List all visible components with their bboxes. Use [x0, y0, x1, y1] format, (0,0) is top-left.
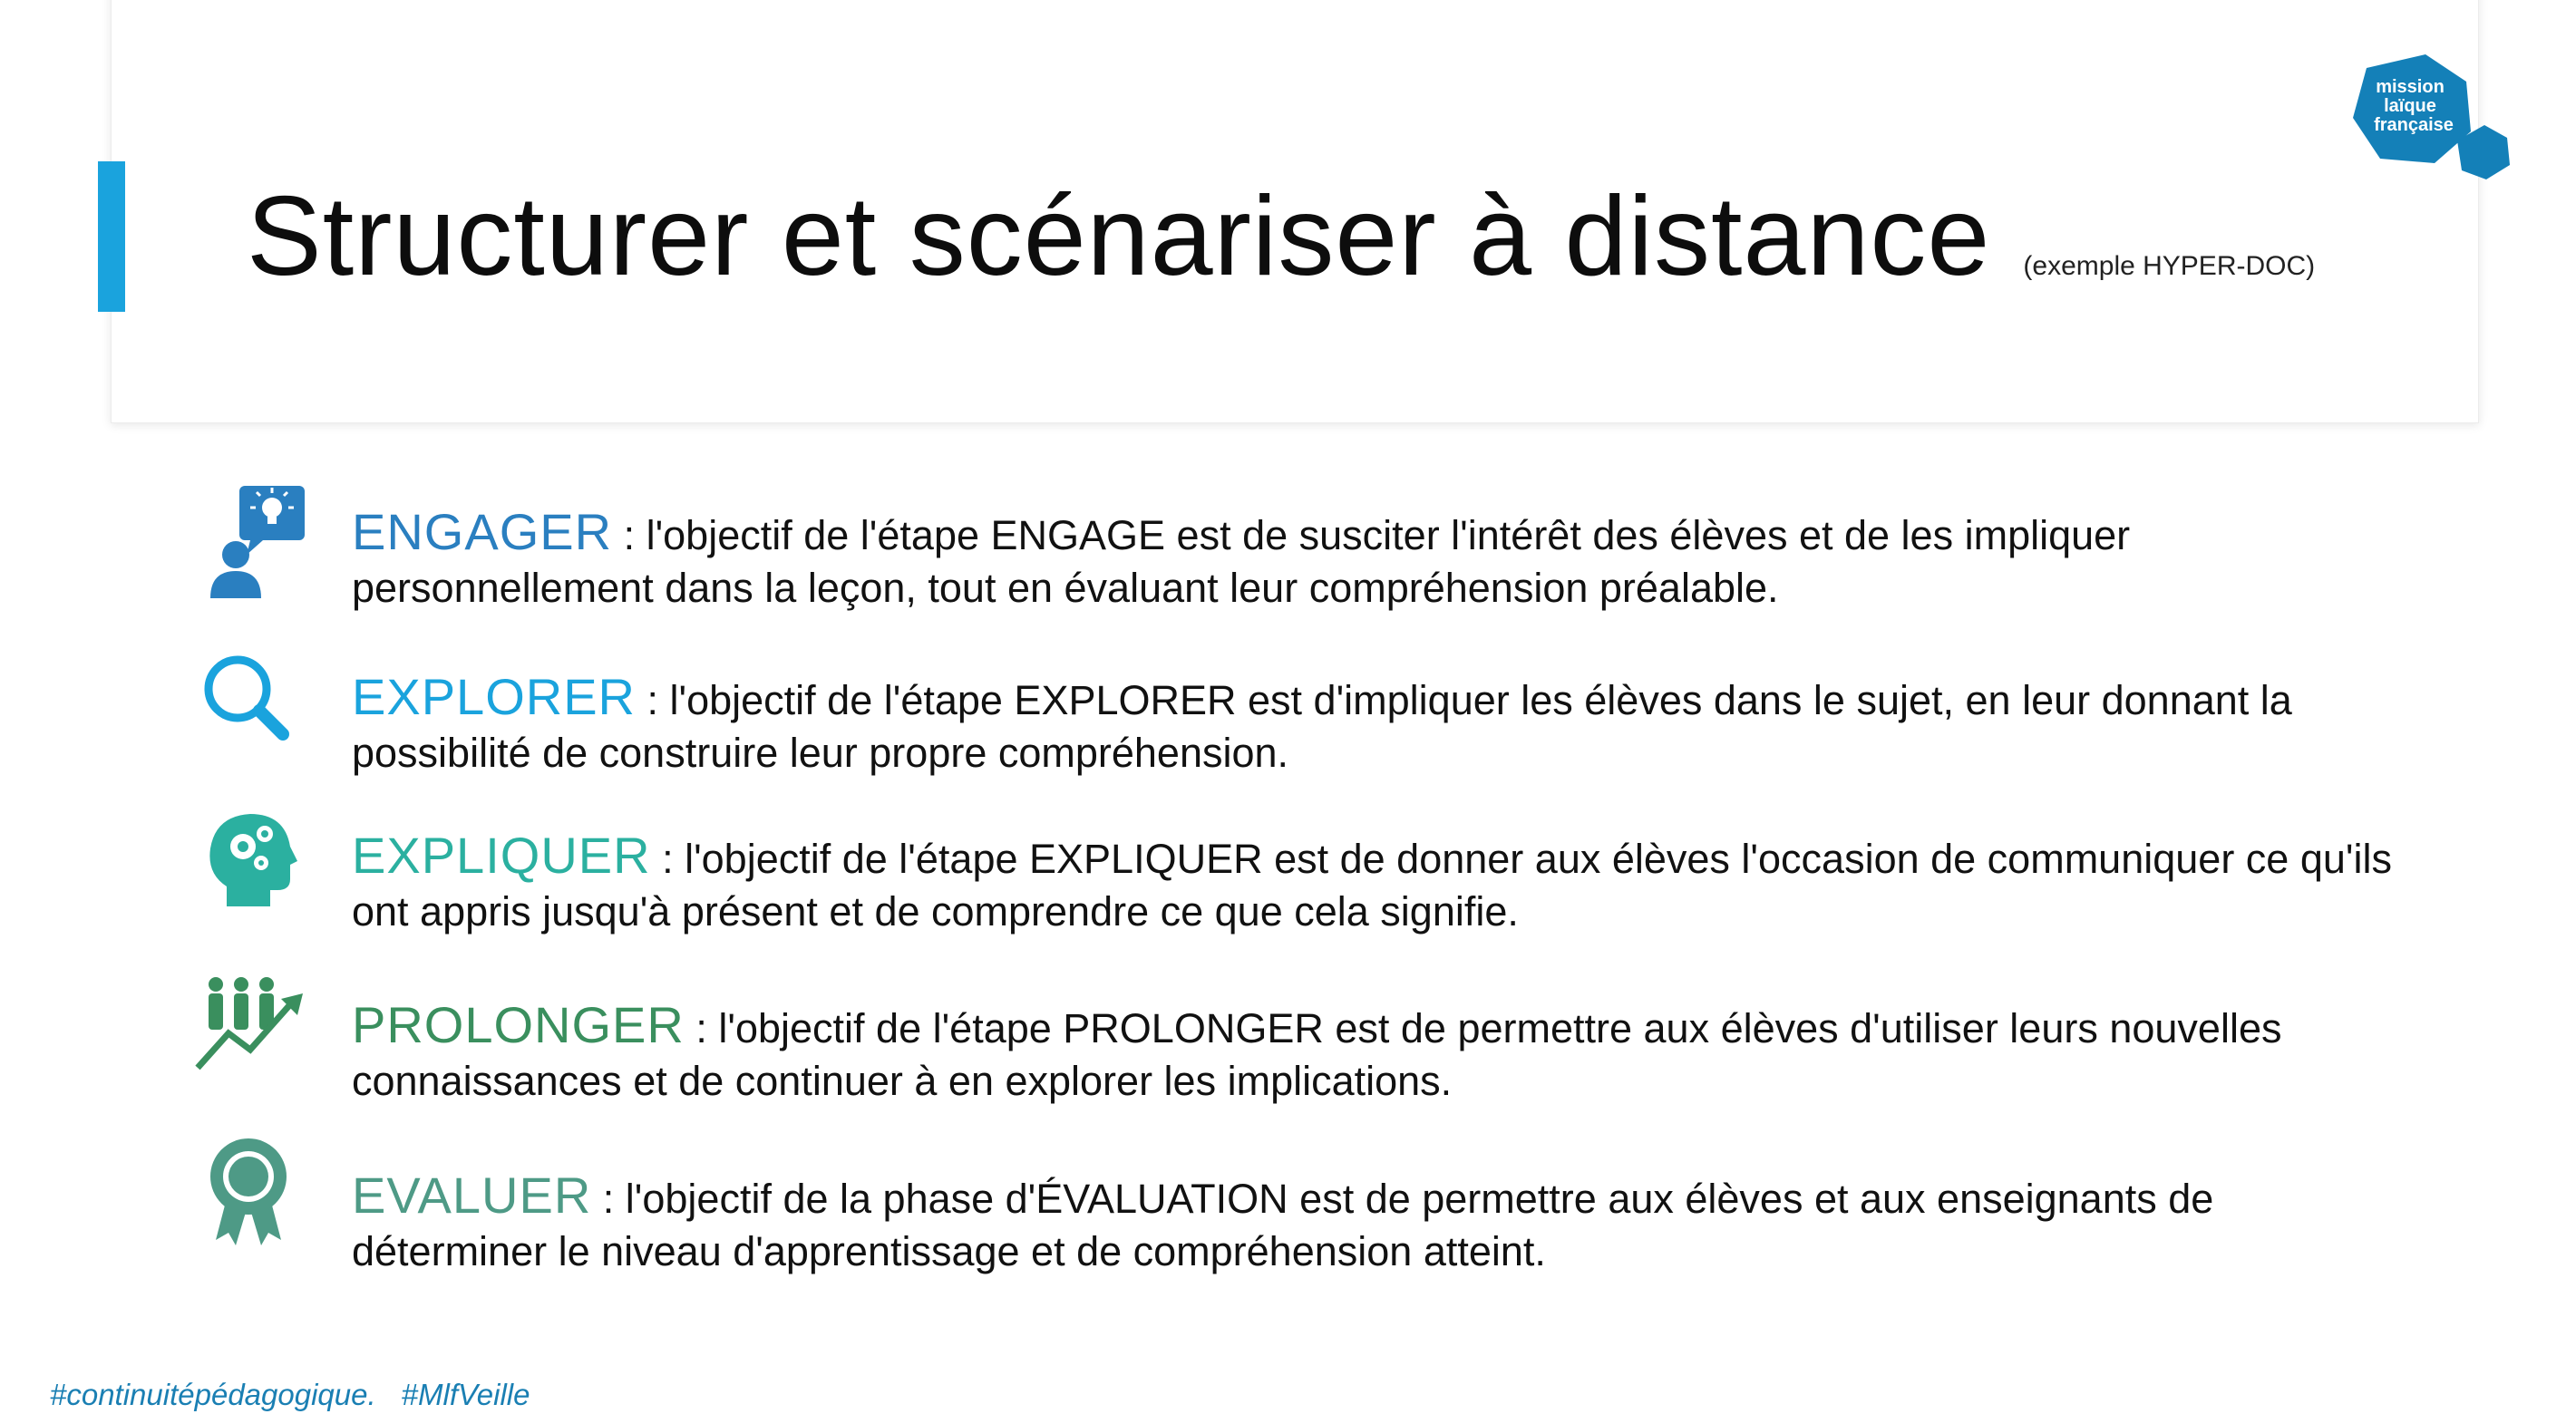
keyword-explorer: EXPLORER [352, 668, 636, 725]
step-prolonger: PROLONGER : l'objectif de l'étape PROLON… [0, 977, 2576, 1117]
footer-hashtags: #continuitépédagogique. #MlfVeille [50, 1378, 530, 1412]
description-evaluer: : l'objectif de la phase d'ÉVALUATION es… [352, 1176, 2214, 1274]
title-accent-bar [98, 161, 125, 312]
hashtag-mlfveille[interactable]: #MlfVeille [402, 1378, 530, 1411]
keyword-expliquer: EXPLIQUER [352, 827, 651, 884]
title-subtitle: (exemple HYPER-DOC) [2023, 251, 2316, 281]
hashtag-continuite[interactable]: #continuitépédagogique. [50, 1378, 376, 1411]
step-engager-text: ENGAGER : l'objectif de l'étape ENGAGE e… [352, 506, 2419, 615]
head-gears-icon [209, 814, 297, 906]
logo-line1: mission [2376, 77, 2445, 97]
step-prolonger-text: PROLONGER : l'objectif de l'étape PROLON… [352, 999, 2419, 1108]
step-expliquer-text: EXPLIQUER : l'objectif de l'étape EXPLIQ… [352, 829, 2419, 938]
slide: Structurer et scénariser à distance (exe… [0, 0, 2576, 1414]
description-engager: : l'objectif de l'étape ENGAGE est de su… [352, 512, 2131, 611]
step-explorer-text: EXPLORER : l'objectif de l'étape EXPLORE… [352, 671, 2419, 780]
logo-line2: laïque [2384, 96, 2436, 116]
page-title: Structurer et scénariser à distance (exe… [247, 172, 2315, 301]
mlf-logo: mission laïque française [2353, 54, 2510, 179]
logo-line3: française [2374, 115, 2454, 135]
award-badge-icon [210, 1138, 287, 1245]
description-explorer: : l'objectif de l'étape EXPLORER est d'i… [352, 677, 2292, 776]
step-evaluer-text: EVALUER : l'objectif de la phase d'ÉVALU… [352, 1169, 2419, 1278]
keyword-evaluer: EVALUER [352, 1167, 592, 1224]
title-main: Structurer et scénariser à distance [247, 174, 1991, 299]
magnifier-icon [204, 655, 289, 741]
description-expliquer: : l'objectif de l'étape EXPLIQUER est de… [352, 836, 2392, 935]
person-idea-icon [210, 486, 305, 598]
step-explorer: EXPLORER : l'objectif de l'étape EXPLORE… [0, 653, 2576, 789]
step-engager: ENGAGER : l'objectif de l'étape ENGAGE e… [0, 480, 2576, 616]
team-growth-icon [195, 977, 303, 1070]
keyword-prolonger: PROLONGER [352, 996, 685, 1053]
step-expliquer: EXPLIQUER : l'objectif de l'étape EXPLIQ… [0, 811, 2576, 947]
step-evaluer: EVALUER : l'objectif de la phase d'ÉVALU… [0, 1138, 2576, 1287]
keyword-engager: ENGAGER [352, 503, 613, 560]
